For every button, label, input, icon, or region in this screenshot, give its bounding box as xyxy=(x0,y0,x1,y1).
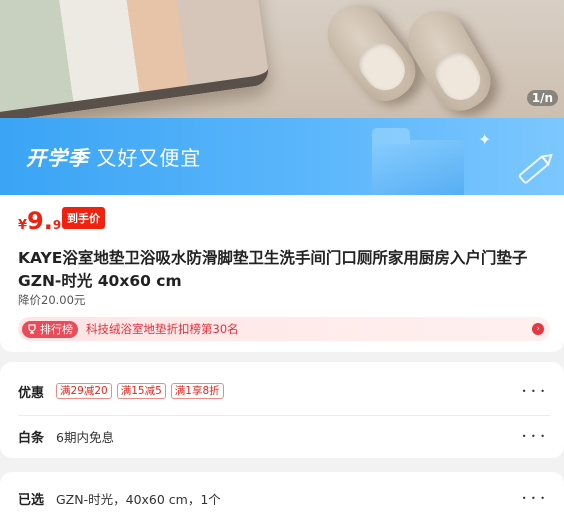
ranking-tag: 排行榜 xyxy=(22,320,78,338)
promotions-row[interactable]: 优惠 满29减20 满15减5 满1享8折 • • • xyxy=(18,367,550,415)
promotions-card: 优惠 满29减20 满15减5 满1享8折 • • • 白条 6期内免息 • •… xyxy=(0,362,564,458)
more-icon: • • • xyxy=(521,387,546,396)
bath-mat-image xyxy=(0,0,271,118)
baitiao-label: 白条 xyxy=(18,430,45,446)
ranking-tag-label: 排行榜 xyxy=(40,323,73,336)
banner-subtitle: 又好又便宜 xyxy=(96,146,202,170)
trophy-icon xyxy=(28,324,36,334)
folder-illustration-icon xyxy=(372,128,464,195)
selected-label: 已选 xyxy=(18,492,45,508)
coupon-tag: 满1享8折 xyxy=(170,383,224,399)
product-image[interactable]: 1/n xyxy=(0,0,564,118)
price-drop-note: 降价20.00元 xyxy=(18,293,86,307)
image-counter: 1/n xyxy=(526,90,558,106)
product-title: KAYE浴室地垫卫浴吸水防滑脚垫卫生洗手间门口厕所家用厨房入户门垫子GZN-时光… xyxy=(18,249,528,290)
final-price-badge: 到手价 xyxy=(62,207,105,229)
product-info-card: ¥ 9. 90 到手价 KAYE浴室地垫卫浴吸水防滑脚垫卫生洗手间门口厕所家用厨… xyxy=(0,195,564,352)
price-integer: 9. xyxy=(27,207,53,235)
promotions-label: 优惠 xyxy=(18,385,45,401)
chevron-right-icon: › xyxy=(532,323,544,335)
ranking-bar[interactable]: 排行榜 科技绒浴室地垫折扣榜第30名 › xyxy=(18,317,550,341)
coupon-tag: 满15减5 xyxy=(116,383,166,399)
banner-highlight: 开学季 xyxy=(26,146,89,170)
sparkle-icon: ✦ xyxy=(478,130,492,149)
more-icon: • • • xyxy=(521,432,546,441)
selected-spec-row[interactable]: 已选 GZN-时光，40x60 cm，1个 • • • xyxy=(18,474,550,522)
pencil-icon xyxy=(518,153,553,184)
promo-banner[interactable]: 开学季 又好又便宜 ✦ xyxy=(0,118,564,195)
baitiao-row[interactable]: 白条 6期内免息 • • • xyxy=(18,412,550,460)
price-symbol: ¥ xyxy=(18,218,28,233)
slipper-left-image xyxy=(315,0,427,112)
more-icon: • • • xyxy=(521,494,546,503)
selection-card: 已选 GZN-时光，40x60 cm，1个 • • • xyxy=(0,472,564,532)
baitiao-text: 6期内免息 xyxy=(56,429,114,445)
coupon-tag: 满29减20 xyxy=(56,383,112,399)
banner-text: 开学季 又好又便宜 xyxy=(26,142,201,171)
ranking-text: 科技绒浴室地垫折扣榜第30名 xyxy=(86,322,239,336)
selected-spec-text: GZN-时光，40x60 cm，1个 xyxy=(56,491,221,507)
